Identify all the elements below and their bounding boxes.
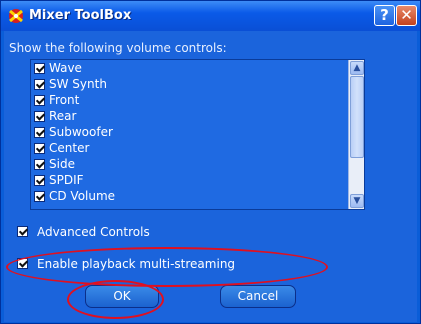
scroll-thumb[interactable]: [350, 76, 364, 158]
list-item-label: Wave: [49, 61, 82, 75]
multi-streaming-checkbox[interactable]: [17, 258, 28, 269]
advanced-controls-checkbox[interactable]: [17, 226, 28, 237]
mixer-app-icon: [9, 9, 23, 23]
advanced-controls-label: Advanced Controls: [37, 225, 150, 239]
checkbox[interactable]: [34, 175, 45, 186]
list-item-label: Subwoofer: [49, 125, 113, 139]
checkbox[interactable]: [34, 95, 45, 106]
volume-controls-list[interactable]: Wave SW Synth Front Rear Subwoofer Cente…: [30, 59, 365, 210]
list-item-label: CD Volume: [49, 189, 116, 203]
list-scrollbar[interactable]: ▲ ▼: [348, 60, 364, 209]
ok-button[interactable]: OK: [85, 285, 159, 308]
window-title: Mixer ToolBox: [29, 8, 132, 23]
close-button[interactable]: ✕: [396, 5, 417, 26]
list-item-label: SW Synth: [49, 77, 107, 91]
help-button[interactable]: ?: [374, 5, 395, 26]
list-item-label: Side: [49, 157, 75, 171]
checkbox[interactable]: [34, 127, 45, 138]
scroll-down-icon[interactable]: ▼: [350, 194, 364, 208]
checkbox[interactable]: [34, 143, 45, 154]
multi-streaming-label: Enable playback multi-streaming: [37, 257, 236, 271]
dialog-body: Show the following volume controls: Wave…: [4, 31, 417, 322]
mixer-toolbox-dialog: Mixer ToolBox ? ✕ Show the following vol…: [0, 0, 421, 324]
checkbox[interactable]: [34, 111, 45, 122]
scroll-up-icon[interactable]: ▲: [350, 61, 364, 75]
list-item-label: SPDIF: [49, 173, 84, 187]
title-bar[interactable]: Mixer ToolBox ? ✕: [1, 1, 420, 31]
checkbox[interactable]: [34, 79, 45, 90]
list-item-label: Front: [49, 93, 80, 107]
list-item-label: Center: [49, 141, 90, 155]
checkbox[interactable]: [34, 191, 45, 202]
list-item-label: Rear: [49, 109, 77, 123]
checkbox[interactable]: [34, 63, 45, 74]
checkbox[interactable]: [34, 159, 45, 170]
cancel-button[interactable]: Cancel: [220, 285, 296, 308]
volume-controls-prompt: Show the following volume controls:: [9, 41, 227, 55]
